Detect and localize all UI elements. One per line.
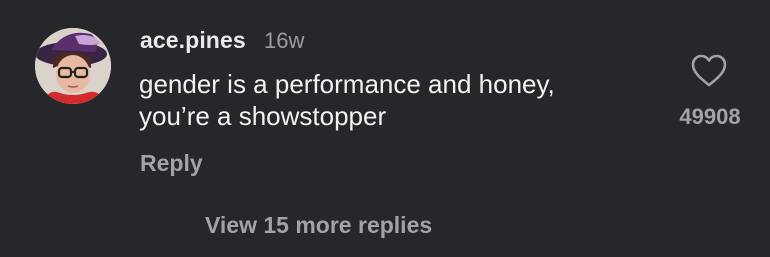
comment-text-line: gender is a performance and honey,	[139, 69, 555, 99]
view-more-replies-button[interactable]: View 15 more replies	[205, 212, 432, 239]
comment-timestamp: 16w	[264, 28, 305, 53]
comment-text: gender is a performance and honey, you’r…	[139, 68, 659, 132]
avatar-image	[35, 28, 111, 104]
comment-username[interactable]: ace.pines	[140, 27, 246, 54]
avatar[interactable]	[35, 28, 111, 104]
reply-button[interactable]: Reply	[140, 150, 203, 177]
heart-outline-icon	[691, 54, 727, 87]
like-button[interactable]	[690, 53, 728, 89]
like-count: 49908	[679, 104, 741, 129]
comment-text-line: you’re a showstopper	[139, 101, 387, 131]
